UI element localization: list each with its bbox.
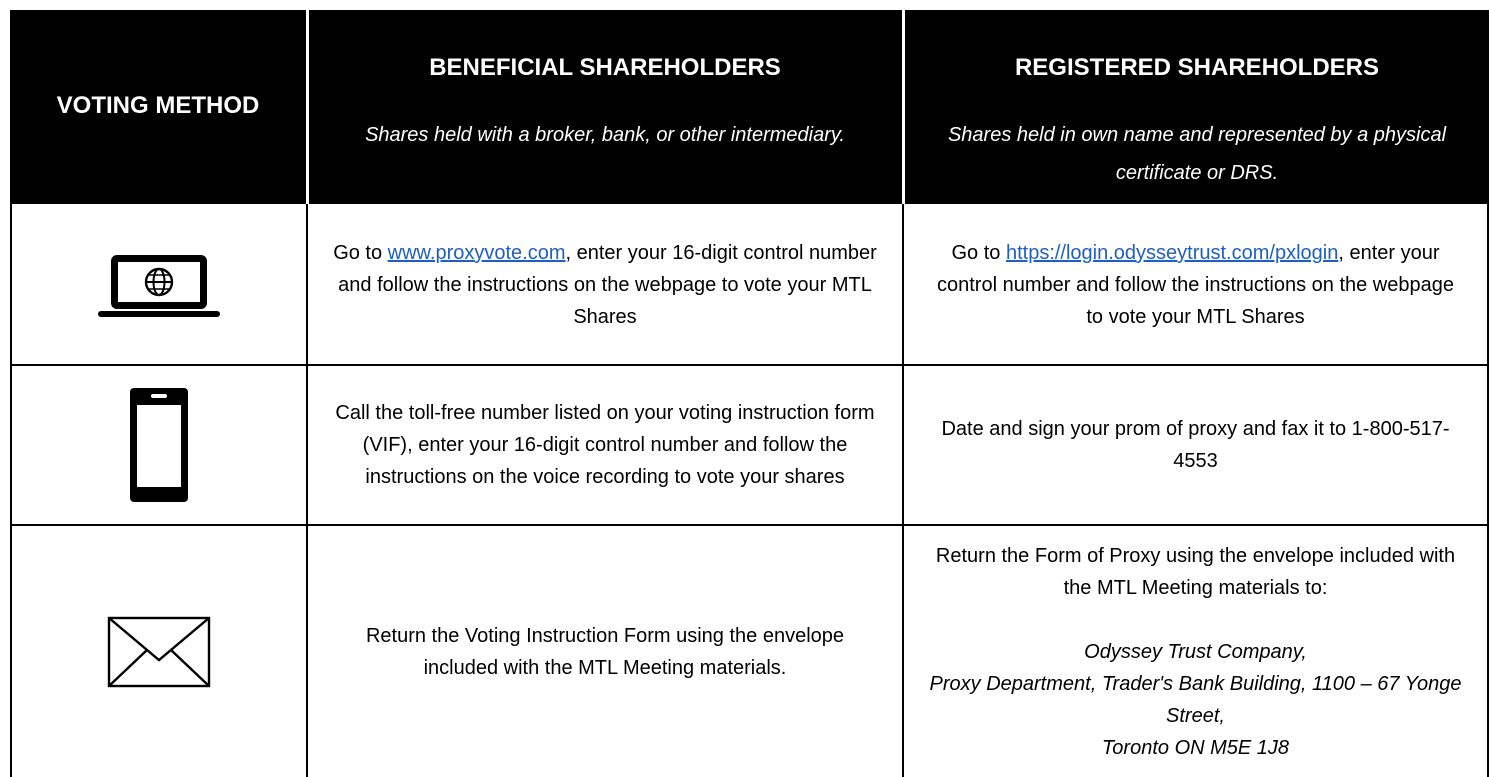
fax-registered-cell: Date and sign your prom of proxy and fax…	[904, 366, 1487, 524]
odyssey-login-link[interactable]: https://login.odysseytrust.com/pxlogin	[1006, 242, 1338, 264]
registered-header: REGISTERED SHAREHOLDERS Shares held in o…	[905, 10, 1489, 204]
envelope-icon	[107, 616, 211, 687]
instruction-text: Go to	[333, 242, 388, 264]
registered-title: REGISTERED SHAREHOLDERS	[1014, 54, 1380, 81]
instruction-text: Go to	[951, 242, 1006, 264]
voting-method-header: VOTING METHOD	[10, 10, 306, 204]
mail-beneficial-cell: Return the Voting Instruction Form using…	[308, 526, 902, 777]
mail-registered-cell: Return the Form of Proxy using the envel…	[904, 526, 1487, 777]
beneficial-title: BENEFICIAL SHAREHOLDERS	[429, 54, 781, 81]
address-line: Odyssey Trust Company,	[1084, 640, 1307, 663]
instruction-text: Return the Voting Instruction Form using…	[365, 624, 845, 679]
phone-row-icon-cell	[12, 366, 306, 524]
phone-icon	[130, 388, 188, 502]
table-header: VOTING METHOD BENEFICIAL SHAREHOLDERS Sh…	[10, 10, 1489, 204]
address-line: Proxy Department, Trader's Bank Building…	[929, 672, 1462, 727]
mail-row-icon-cell	[12, 526, 306, 777]
proxyvote-link[interactable]: www.proxyvote.com	[388, 242, 566, 264]
address-line: Toronto ON M5E 1J8	[1101, 736, 1290, 759]
registered-subtitle: Shares held in own name and represented …	[947, 124, 1447, 184]
voting-method-title: VOTING METHOD	[56, 92, 260, 119]
laptop-globe-icon	[98, 255, 220, 317]
instruction-text: Call the toll-free number listed on your…	[335, 402, 875, 488]
internet-registered-cell: Go to https://login.odysseytrust.com/pxl…	[904, 206, 1487, 364]
instruction-text: Return the Form of Proxy using the envel…	[935, 544, 1456, 599]
internet-beneficial-cell: Go to www.proxyvote.com, enter your 16-d…	[308, 206, 902, 364]
beneficial-header: BENEFICIAL SHAREHOLDERS Shares held with…	[309, 10, 901, 204]
internet-row-icon-cell	[12, 206, 306, 364]
beneficial-subtitle: Shares held with a broker, bank, or othe…	[365, 124, 845, 146]
phone-beneficial-cell: Call the toll-free number listed on your…	[308, 366, 902, 524]
instruction-text: Date and sign your prom of proxy and fax…	[941, 418, 1450, 472]
